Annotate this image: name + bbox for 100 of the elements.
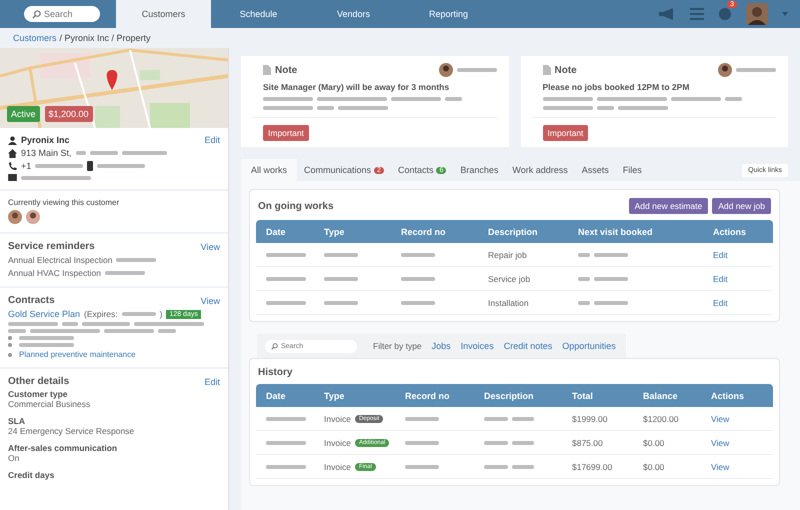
redacted-text xyxy=(263,106,313,110)
note-text: Site Manager (Mary) will be away for 3 months xyxy=(262,82,450,92)
field-label: After-sales communication xyxy=(8,443,118,453)
table-cell-text: $1999.00 xyxy=(572,414,608,424)
megaphone-icon[interactable] xyxy=(658,7,676,21)
column-header: Total xyxy=(572,390,594,400)
redacted-text xyxy=(62,322,78,326)
redacted-text xyxy=(594,252,628,256)
table-cell-text: Repair job xyxy=(488,250,528,260)
view-link[interactable]: View xyxy=(200,296,220,306)
redacted-text xyxy=(456,68,496,72)
redacted-text xyxy=(122,312,156,316)
nav-tab[interactable]: Reporting xyxy=(401,0,496,28)
caret-icon[interactable] xyxy=(782,12,788,16)
expires-text: ) xyxy=(160,309,162,319)
table-cell: Invoice xyxy=(324,414,351,424)
redacted-text xyxy=(266,252,306,256)
redacted-text xyxy=(512,440,534,444)
bullet-icon xyxy=(8,336,12,340)
edit-link[interactable]: Edit xyxy=(713,274,763,284)
nav-tab[interactable]: Vendors xyxy=(306,0,401,28)
nav-tab[interactable]: Schedule xyxy=(211,0,306,28)
redacted-text xyxy=(596,97,666,101)
field-label: Credit days xyxy=(8,470,56,480)
document-icon xyxy=(263,65,271,75)
view-link[interactable]: View xyxy=(711,462,763,472)
list-icon[interactable] xyxy=(690,8,704,20)
redacted-text xyxy=(8,322,58,326)
redacted-text xyxy=(405,416,439,420)
expires-text: (Expires: xyxy=(84,309,118,319)
filter-label: Filter by type xyxy=(373,341,422,351)
user-avatar-icon[interactable] xyxy=(746,3,768,25)
table-cell: Invoice xyxy=(324,438,351,448)
filter-link[interactable]: Opportunities xyxy=(562,341,616,351)
tab[interactable]: Work address xyxy=(505,159,575,181)
table-cell-text: Installation xyxy=(488,298,530,308)
redacted-text xyxy=(266,464,306,468)
breadcrumb-path: / Pyronix Inc / Property xyxy=(60,33,151,43)
redacted-text xyxy=(19,343,74,347)
view-link[interactable]: View xyxy=(711,438,763,448)
edit-link[interactable]: Edit xyxy=(713,250,763,260)
important-tag: Important xyxy=(263,125,309,141)
phone-text: +1 xyxy=(21,161,32,171)
view-link[interactable]: View xyxy=(200,242,220,252)
customer-name: Pyronix Inc xyxy=(21,135,70,145)
redacted-text xyxy=(338,106,388,110)
tab[interactable]: All works xyxy=(241,159,298,181)
redacted-text xyxy=(324,252,358,256)
redacted-text xyxy=(90,151,118,155)
edit-link[interactable]: Edit xyxy=(204,376,220,386)
table-cell-text: $875.00 xyxy=(572,438,604,448)
balance-badge: $1,200.00 xyxy=(44,106,93,122)
redacted-text xyxy=(542,106,592,110)
redacted-text xyxy=(542,97,592,101)
search-icon xyxy=(32,10,41,19)
redacted-text xyxy=(266,440,306,444)
add-button[interactable]: Add new job xyxy=(712,198,771,214)
redacted-text xyxy=(263,97,313,101)
column-header: Description xyxy=(488,226,539,236)
redacted-text xyxy=(401,252,435,256)
tab[interactable]: Branches xyxy=(453,159,506,181)
redacted-text xyxy=(116,258,156,262)
reminder-text: Annual Electrical Inspection xyxy=(8,255,112,265)
tab[interactable]: Assets xyxy=(574,159,616,181)
redacted-text xyxy=(596,106,614,110)
view-link[interactable]: View xyxy=(711,414,763,424)
field-label: Customer type xyxy=(8,389,69,399)
redacted-text xyxy=(512,464,534,468)
redacted-text xyxy=(670,97,720,101)
breadcrumb-link[interactable]: Customers xyxy=(13,33,57,43)
filter-link[interactable]: Credit notes xyxy=(504,341,552,351)
search-field[interactable]: Search xyxy=(24,6,100,22)
nav-tab[interactable]: Customers xyxy=(116,0,211,28)
column-header: Actions xyxy=(713,226,748,236)
redacted-text xyxy=(578,300,590,304)
redacted-text xyxy=(21,176,91,180)
redacted-text xyxy=(405,464,439,468)
section-title: Service reminders xyxy=(8,241,95,252)
contract-item-link[interactable]: Planned preventive maintenance xyxy=(19,350,136,359)
edit-link[interactable]: Edit xyxy=(204,135,220,145)
field-value: 24 Emergency Service Response xyxy=(8,426,136,436)
redacted-text xyxy=(618,106,668,110)
redacted-text xyxy=(405,440,439,444)
bullet-icon xyxy=(8,352,12,356)
redacted-text xyxy=(82,322,130,326)
contract-link[interactable]: Gold Service Plan xyxy=(8,309,80,319)
column-header: Record no xyxy=(401,226,447,236)
note-text: Please no jobs booked 12PM to 2PM xyxy=(542,82,690,92)
document-icon xyxy=(542,65,550,75)
filter-link[interactable]: Jobs xyxy=(432,341,451,351)
add-button[interactable]: Add new estimate xyxy=(628,198,708,214)
edit-link[interactable]: Edit xyxy=(713,298,763,308)
redacted-text xyxy=(445,97,462,101)
column-header: Date xyxy=(266,226,287,236)
tab[interactable]: Files xyxy=(616,159,649,181)
redacted-text xyxy=(391,97,441,101)
phone-icon xyxy=(8,162,17,170)
redacted-text xyxy=(266,300,306,304)
filter-link[interactable]: Invoices xyxy=(460,341,494,351)
redacted-text xyxy=(104,271,145,275)
